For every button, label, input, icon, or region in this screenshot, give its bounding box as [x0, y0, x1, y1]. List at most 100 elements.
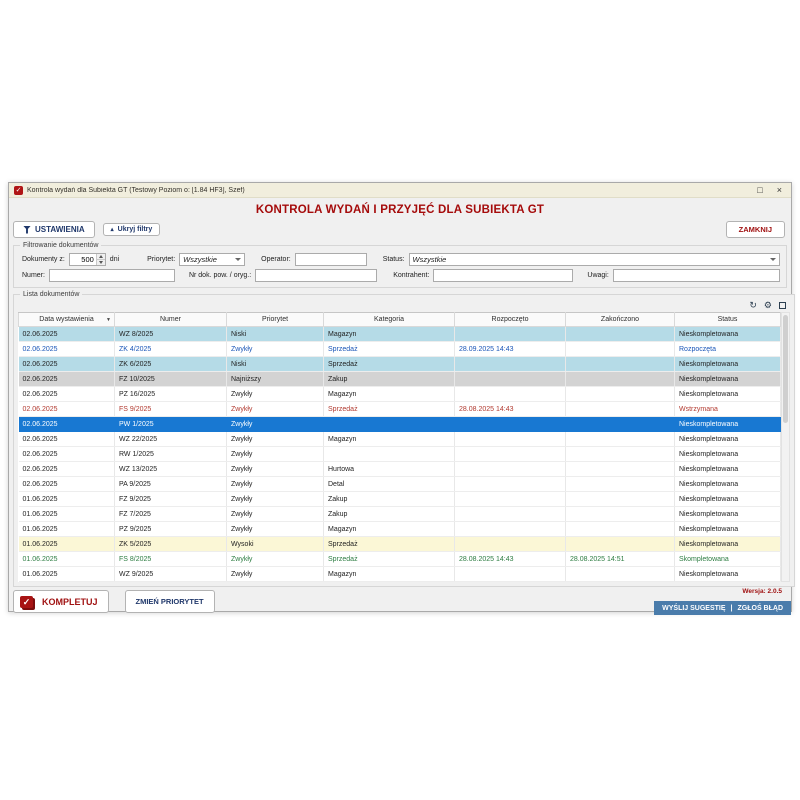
cell-finished: [566, 342, 675, 357]
number-filter-input[interactable]: [49, 269, 175, 282]
hide-filters-button[interactable]: ▴ Ukryj filtry: [103, 223, 161, 236]
close-icon[interactable]: ×: [777, 186, 782, 195]
close-window-button[interactable]: ZAMKNIJ: [726, 221, 785, 238]
chevron-up-icon: ▴: [111, 226, 114, 233]
status-filter-select[interactable]: Wszystkie: [409, 253, 780, 266]
table-row[interactable]: 01.06.2025 FZ 9/2025 Zwykły Zakup Niesko…: [19, 492, 781, 507]
operator-filter-input[interactable]: [295, 253, 367, 266]
table-row[interactable]: 02.06.2025 FZ 10/2025 Najniższy Zakup Ni…: [19, 372, 781, 387]
table-row[interactable]: 01.06.2025 ZK 5/2025 Wysoki Sprzedaż Nie…: [19, 537, 781, 552]
scrollbar-thumb[interactable]: [783, 315, 788, 423]
cell-priority: Zwykły: [227, 447, 324, 462]
cell-date: 02.06.2025: [19, 417, 115, 432]
list-toolbar: ↻ ⚙: [18, 300, 790, 312]
checkbox-check-icon: ✓: [20, 596, 33, 608]
stepper-buttons: [96, 254, 105, 265]
cell-date: 02.06.2025: [19, 357, 115, 372]
cell-status: Nieskompletowana: [675, 492, 781, 507]
stepper-down-icon[interactable]: [97, 259, 105, 265]
cell-started: [455, 537, 566, 552]
cell-date: 01.06.2025: [19, 507, 115, 522]
documents-table: Data wystawienia ▼ Numer Priorytet Kateg…: [18, 312, 781, 582]
cell-finished: [566, 507, 675, 522]
page: { "window": { "title": "Kontrola wydań d…: [0, 0, 800, 800]
restore-icon[interactable]: □: [757, 186, 762, 195]
window-title: Kontrola wydań dla Subiekta GT (Testowy …: [27, 187, 753, 194]
report-bug-link[interactable]: ZGŁOŚ BŁĄD: [738, 605, 784, 612]
column-header-category[interactable]: Kategoria: [324, 313, 455, 327]
table-row[interactable]: 01.06.2025 FZ 7/2025 Zwykły Zakup Niesko…: [19, 507, 781, 522]
cell-priority: Zwykły: [227, 552, 324, 567]
cell-started: [455, 492, 566, 507]
documents-from-input[interactable]: [70, 254, 96, 265]
table-row[interactable]: 02.06.2025 WZ 8/2025 Niski Magazyn Niesk…: [19, 327, 781, 342]
settings-button[interactable]: USTAWIENIA: [13, 221, 95, 238]
cell-category: Zakup: [324, 372, 455, 387]
column-header-priority[interactable]: Priorytet: [227, 313, 324, 327]
cell-status: Nieskompletowana: [675, 462, 781, 477]
table-row[interactable]: 02.06.2025 ZK 4/2025 Zwykły Sprzedaż 28.…: [19, 342, 781, 357]
cell-started: [455, 357, 566, 372]
cell-category: Magazyn: [324, 522, 455, 537]
cell-priority: Zwykły: [227, 342, 324, 357]
cell-priority: Niski: [227, 327, 324, 342]
cell-date: 02.06.2025: [19, 372, 115, 387]
fullscreen-icon[interactable]: [779, 302, 786, 309]
refresh-icon[interactable]: ↻: [749, 301, 757, 310]
feedback-separator: |: [731, 605, 733, 612]
complete-button[interactable]: ✓ KOMPLETUJ: [13, 590, 109, 613]
table-row[interactable]: 01.06.2025 WZ 9/2025 Zwykły Magazyn Nies…: [19, 567, 781, 582]
cell-finished: [566, 417, 675, 432]
cell-category: Magazyn: [324, 327, 455, 342]
cell-number: WZ 22/2025: [115, 432, 227, 447]
cell-priority: Zwykły: [227, 507, 324, 522]
related-doc-filter-input[interactable]: [255, 269, 377, 282]
table-row[interactable]: 02.06.2025 WZ 22/2025 Zwykły Magazyn Nie…: [19, 432, 781, 447]
cell-priority: Zwykły: [227, 432, 324, 447]
cell-started: 28.09.2025 14:43: [455, 342, 566, 357]
cell-date: 01.06.2025: [19, 552, 115, 567]
cell-started: [455, 567, 566, 582]
table-row[interactable]: 02.06.2025 FS 9/2025 Zwykły Sprzedaż 28.…: [19, 402, 781, 417]
table-row[interactable]: 02.06.2025 PA 9/2025 Zwykły Detal Niesko…: [19, 477, 781, 492]
cell-started: 28.08.2025 14:43: [455, 402, 566, 417]
column-header-status[interactable]: Status: [675, 313, 781, 327]
column-header-finished[interactable]: Zakończono: [566, 313, 675, 327]
change-priority-button[interactable]: ZMIEŃ PRIORYTET: [125, 590, 215, 613]
status-filter-label: Status:: [383, 256, 405, 263]
cell-date: 02.06.2025: [19, 402, 115, 417]
column-header-date[interactable]: Data wystawienia ▼: [19, 313, 115, 327]
feedback-bar: WYŚLIJ SUGESTIĘ | ZGŁOŚ BŁĄD: [654, 601, 791, 615]
notes-filter-input[interactable]: [613, 269, 780, 282]
cell-finished: [566, 462, 675, 477]
cell-status: Nieskompletowana: [675, 447, 781, 462]
cell-finished: [566, 567, 675, 582]
column-header-started[interactable]: Rozpoczęto: [455, 313, 566, 327]
cell-finished: 28.08.2025 14:51: [566, 552, 675, 567]
contractor-filter-input[interactable]: [433, 269, 573, 282]
table-row[interactable]: 02.06.2025 ZK 6/2025 Niski Sprzedaż Nies…: [19, 357, 781, 372]
cell-category: Magazyn: [324, 432, 455, 447]
gear-icon[interactable]: ⚙: [764, 301, 772, 310]
cell-category: Sprzedaż: [324, 552, 455, 567]
table-row[interactable]: 02.06.2025 PZ 16/2025 Zwykły Magazyn Nie…: [19, 387, 781, 402]
send-suggestion-link[interactable]: WYŚLIJ SUGESTIĘ: [662, 605, 725, 612]
documents-group-label: Lista dokumentów: [20, 291, 82, 298]
cell-date: 01.06.2025: [19, 492, 115, 507]
cell-category: Zakup: [324, 507, 455, 522]
table-row[interactable]: 01.06.2025 PZ 9/2025 Zwykły Magazyn Nies…: [19, 522, 781, 537]
settings-button-label: USTAWIENIA: [35, 225, 85, 234]
table-row[interactable]: 02.06.2025 WZ 13/2025 Zwykły Hurtowa Nie…: [19, 462, 781, 477]
column-header-number[interactable]: Numer: [115, 313, 227, 327]
table-row[interactable]: 02.06.2025 PW 1/2025 Zwykły Nieskompleto…: [19, 417, 781, 432]
filter-icon: [23, 226, 31, 234]
cell-finished: [566, 447, 675, 462]
cell-date: 01.06.2025: [19, 522, 115, 537]
cell-finished: [566, 492, 675, 507]
table-row[interactable]: 02.06.2025 RW 1/2025 Zwykły Nieskompleto…: [19, 447, 781, 462]
table-row[interactable]: 01.06.2025 FS 8/2025 Zwykły Sprzedaż 28.…: [19, 552, 781, 567]
priority-filter-select[interactable]: Wszystkie: [179, 253, 245, 266]
vertical-scrollbar[interactable]: [781, 312, 790, 582]
cell-status: Nieskompletowana: [675, 357, 781, 372]
cell-date: 01.06.2025: [19, 537, 115, 552]
